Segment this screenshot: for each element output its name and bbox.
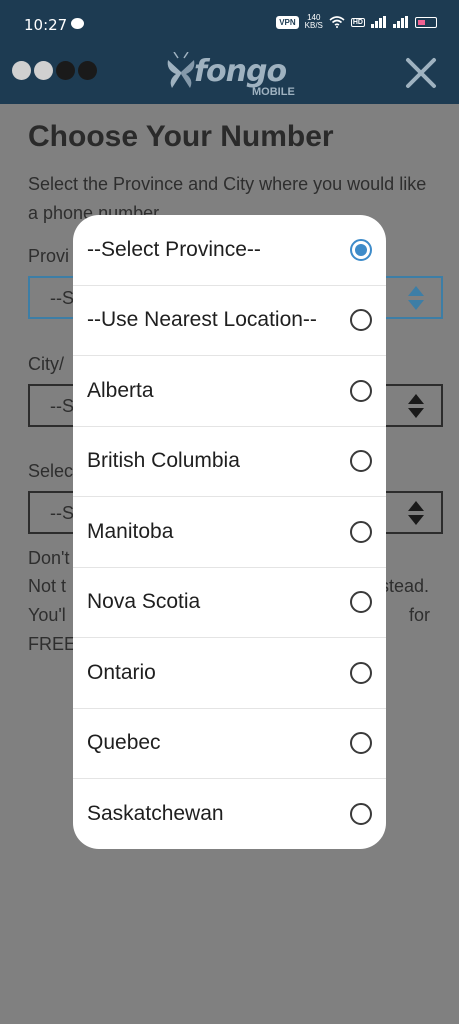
radio-button[interactable] <box>350 803 372 826</box>
page-title: Choose Your Number <box>28 120 334 153</box>
province-option[interactable]: Alberta <box>73 356 386 427</box>
province-option[interactable]: Manitoba <box>73 497 386 568</box>
radio-button[interactable] <box>350 661 372 684</box>
logo-text: fongo <box>194 54 287 89</box>
signal-icon-1 <box>371 16 387 28</box>
option-label: Nova Scotia <box>87 590 201 614</box>
province-option[interactable]: --Use Nearest Location-- <box>73 286 386 356</box>
radio-button[interactable] <box>350 732 372 755</box>
logo-subtext: MOBILE <box>252 86 295 98</box>
chat-notification-icon <box>71 18 84 29</box>
app-header: fongo MOBILE <box>0 44 459 104</box>
progress-dot <box>12 61 31 80</box>
close-button[interactable] <box>403 55 439 91</box>
info-text: FREE <box>28 634 77 654</box>
province-option[interactable]: Saskatchewan <box>73 779 386 849</box>
province-select-value: --S <box>50 288 74 308</box>
province-picker-dialog: --Select Province-- --Use Nearest Locati… <box>73 215 386 849</box>
radio-button[interactable] <box>350 309 372 332</box>
province-label: Provi <box>28 246 70 266</box>
radio-button[interactable] <box>350 379 372 402</box>
vpn-icon: VPN <box>276 15 299 29</box>
signal-icon-2 <box>393 16 409 28</box>
progress-dot <box>34 61 53 80</box>
wifi-icon <box>329 16 345 28</box>
fongo-logo: fongo MOBILE <box>164 50 304 100</box>
info-text: You'l <box>28 605 66 625</box>
province-option[interactable]: Nova Scotia <box>73 568 386 638</box>
butterfly-icon <box>167 52 195 88</box>
radio-button[interactable] <box>350 450 372 473</box>
province-option[interactable]: Ontario <box>73 638 386 709</box>
close-icon <box>406 58 436 88</box>
status-bar: 10:27 VPN 140 KB/S HD <box>0 0 459 44</box>
network-speed: 140 KB/S <box>305 14 323 30</box>
progress-dot <box>78 61 97 80</box>
progress-dots <box>12 61 97 80</box>
progress-dot <box>56 61 75 80</box>
city-label: City/ <box>28 354 64 374</box>
number-label: Selec <box>28 461 74 481</box>
select-arrows-icon <box>408 394 424 418</box>
select-arrows-icon <box>408 286 424 310</box>
select-arrows-icon <box>408 501 424 525</box>
option-label: British Columbia <box>87 449 240 473</box>
option-label: --Use Nearest Location-- <box>87 308 317 332</box>
status-icons: VPN 140 KB/S HD <box>276 14 437 30</box>
option-label: Manitoba <box>87 519 174 543</box>
status-time: 10:27 <box>24 16 68 34</box>
info-text: stead. <box>380 576 430 596</box>
option-label: Alberta <box>87 378 154 402</box>
province-option[interactable]: --Select Province-- <box>73 215 386 286</box>
info-text: Don't <box>28 548 70 568</box>
option-label: Ontario <box>87 660 156 684</box>
radio-button-checked[interactable] <box>350 238 372 261</box>
hd-voice-icon: HD <box>350 17 365 27</box>
speed-unit: KB/S <box>304 21 323 30</box>
radio-button[interactable] <box>350 591 372 614</box>
option-label: Saskatchewan <box>87 802 224 826</box>
number-select-value: --S <box>50 503 74 523</box>
battery-icon <box>415 16 437 28</box>
city-select-value: --S <box>50 396 74 416</box>
option-label: --Select Province-- <box>87 237 261 261</box>
info-text: for <box>409 605 431 625</box>
province-option[interactable]: Quebec <box>73 709 386 779</box>
option-label: Quebec <box>87 731 161 755</box>
info-text: Not t <box>28 576 67 596</box>
province-option[interactable]: British Columbia <box>73 427 386 497</box>
radio-button[interactable] <box>350 520 372 543</box>
